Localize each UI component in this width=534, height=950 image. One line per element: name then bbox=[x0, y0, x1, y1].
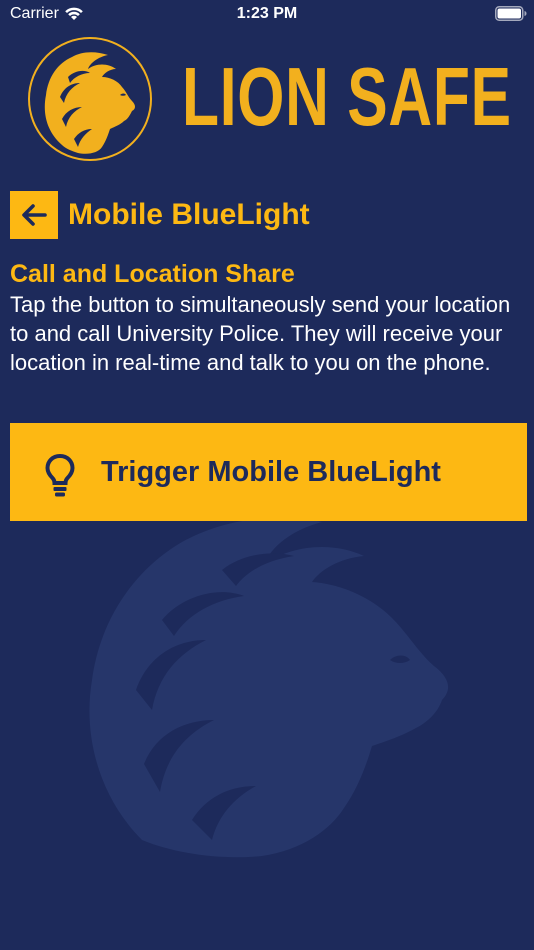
app-title: LION SAFE bbox=[182, 50, 512, 143]
page-title: Mobile BlueLight bbox=[68, 198, 310, 231]
trigger-mobile-bluelight-button[interactable]: Trigger Mobile BlueLight bbox=[10, 423, 527, 521]
section-description: Tap the button to simultaneously send yo… bbox=[10, 292, 511, 375]
lion-head-icon bbox=[28, 37, 152, 161]
battery-icon bbox=[495, 6, 527, 21]
section-heading: Call and Location Share bbox=[10, 260, 295, 288]
status-time: 1:23 PM bbox=[236, 5, 298, 22]
trigger-button-text: Trigger Mobile BlueLight bbox=[101, 455, 441, 488]
back-button[interactable] bbox=[10, 191, 58, 239]
arrow-left-icon bbox=[22, 204, 47, 226]
trigger-button-label: Trigger Mobile BlueLight bbox=[10, 423, 534, 521]
lion-watermark-icon bbox=[89, 517, 449, 858]
app-screen: Carrier 1:23 PM LION SAFE Mobile BlueLig… bbox=[0, 0, 534, 950]
lightbulb-icon bbox=[45, 453, 75, 497]
status-bar: Carrier 1:23 PM bbox=[0, 0, 534, 28]
